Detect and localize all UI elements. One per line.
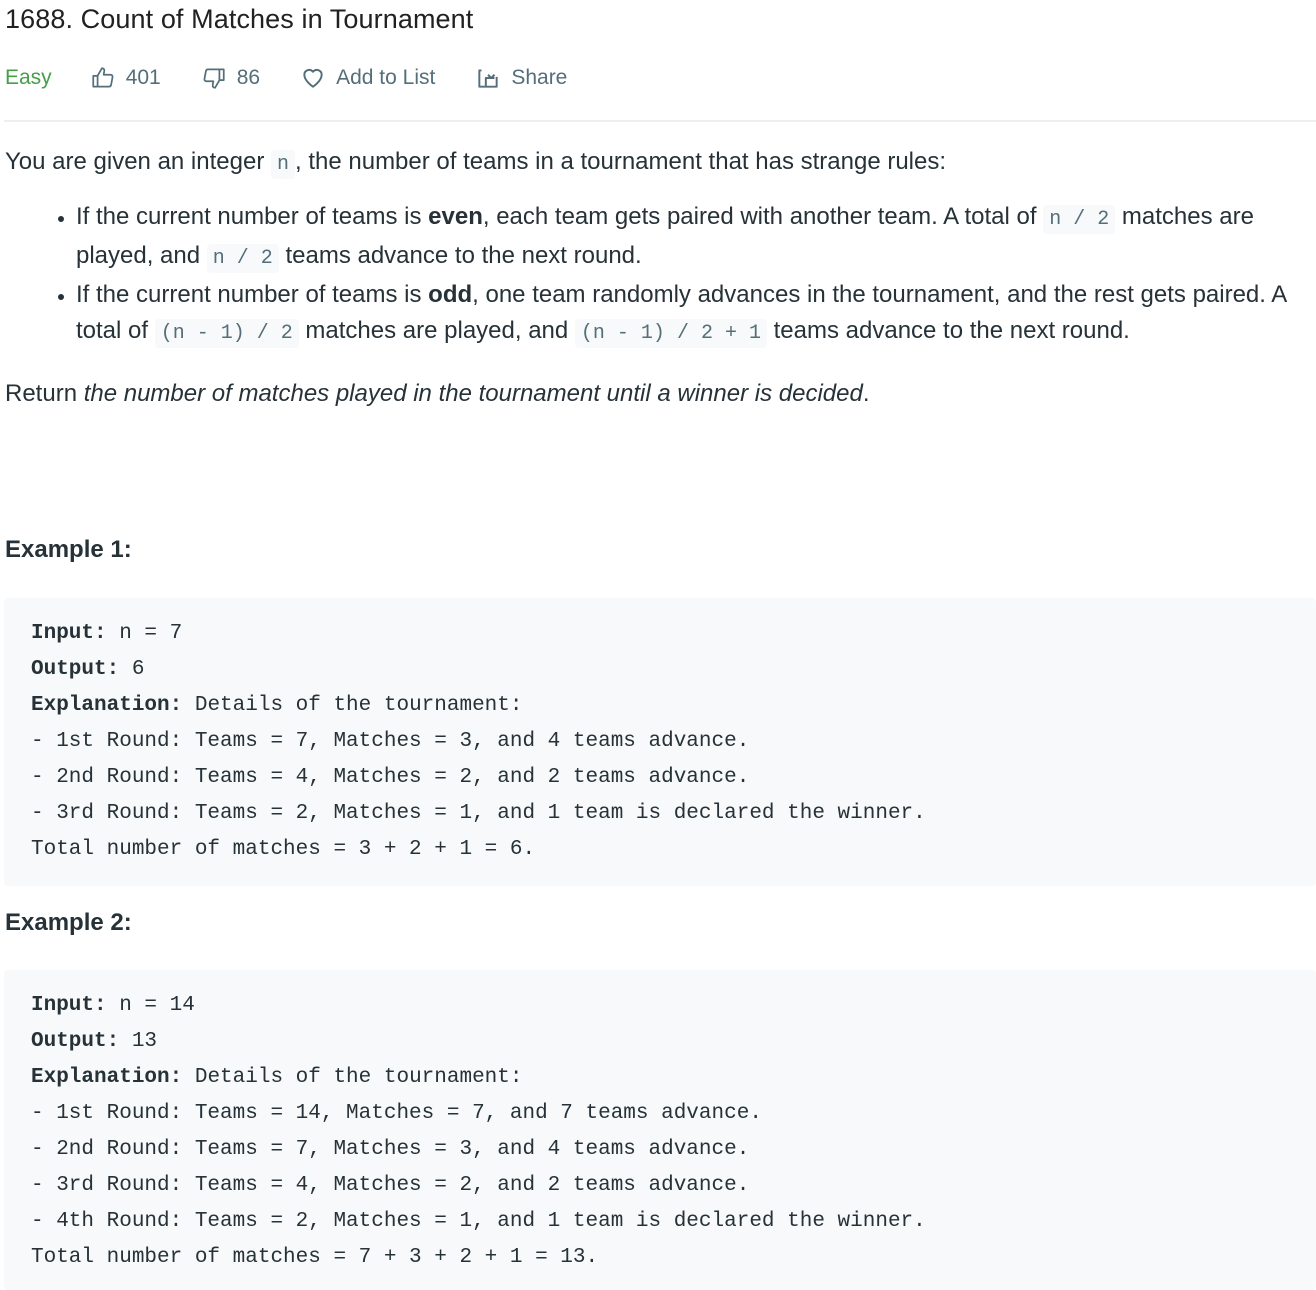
example-detail-line: - 1st Round: Teams = 7, Matches = 3, and…	[31, 730, 750, 753]
share-label: Share	[511, 66, 568, 89]
example-input: Input: n = 14	[31, 994, 195, 1017]
example-2-heading: Example 2:	[5, 909, 132, 936]
rules-list: If the current number of teams is even, …	[5, 199, 1316, 352]
example-explanation: Explanation: Details of the tournament:	[31, 694, 523, 717]
example-2-block: Input: n = 14 Output: 13 Explanation: De…	[4, 970, 1316, 1290]
example-explanation: Explanation: Details of the tournament:	[31, 1066, 523, 1089]
difficulty-badge: Easy	[5, 66, 52, 89]
add-to-list-label: Add to List	[336, 66, 436, 89]
example-1-heading: Example 1:	[5, 536, 132, 563]
return-statement: Return the number of matches played in t…	[5, 380, 870, 407]
thumbs-up-icon	[92, 67, 114, 88]
inline-code: (n - 1) / 2 + 1	[574, 319, 767, 348]
example-detail-line: - 3rd Round: Teams = 2, Matches = 1, and…	[31, 802, 926, 825]
problem-meta-bar: Easy 401 86 Add to List Share	[5, 62, 607, 94]
example-output: Output: 6	[31, 658, 145, 681]
problem-description: You are given an integer n, the number o…	[5, 144, 1316, 412]
example-detail-line: Total number of matches = 7 + 3 + 2 + 1 …	[31, 1246, 599, 1269]
rule-item-odd: If the current number of teams is odd, o…	[76, 277, 1316, 352]
example-detail-line: - 4th Round: Teams = 2, Matches = 1, and…	[31, 1210, 926, 1233]
inline-code: n	[270, 150, 295, 179]
inline-code: n / 2	[1043, 205, 1116, 234]
example-detail-line: - 1st Round: Teams = 14, Matches = 7, an…	[31, 1102, 762, 1125]
like-count: 401	[125, 66, 161, 89]
dislike-button[interactable]: 86	[201, 65, 260, 91]
inline-code: n / 2	[206, 244, 279, 273]
add-to-list-button[interactable]: Add to List	[300, 65, 435, 91]
heart-icon	[303, 68, 323, 88]
dislike-count: 86	[236, 66, 261, 89]
example-detail-line: Total number of matches = 3 + 2 + 1 = 6.	[31, 838, 536, 861]
example-input: Input: n = 7	[31, 622, 183, 645]
example-detail-line: - 2nd Round: Teams = 7, Matches = 3, and…	[31, 1138, 750, 1161]
thumbs-down-icon	[203, 68, 225, 89]
inline-code: (n - 1) / 2	[154, 319, 299, 348]
intro-paragraph: You are given an integer n, the number o…	[5, 144, 1316, 183]
rule-item-even: If the current number of teams is even, …	[76, 199, 1316, 277]
share-icon	[478, 69, 498, 88]
header-divider	[4, 120, 1316, 122]
share-button[interactable]: Share	[475, 65, 567, 91]
example-output: Output: 13	[31, 1030, 158, 1053]
problem-title: 1688. Count of Matches in Tournament	[5, 4, 474, 34]
like-button[interactable]: 401	[90, 65, 161, 91]
example-detail-line: - 2nd Round: Teams = 4, Matches = 2, and…	[31, 766, 750, 789]
example-detail-line: - 3rd Round: Teams = 4, Matches = 2, and…	[31, 1174, 750, 1197]
example-1-block: Input: n = 7 Output: 6 Explanation: Deta…	[4, 598, 1316, 886]
